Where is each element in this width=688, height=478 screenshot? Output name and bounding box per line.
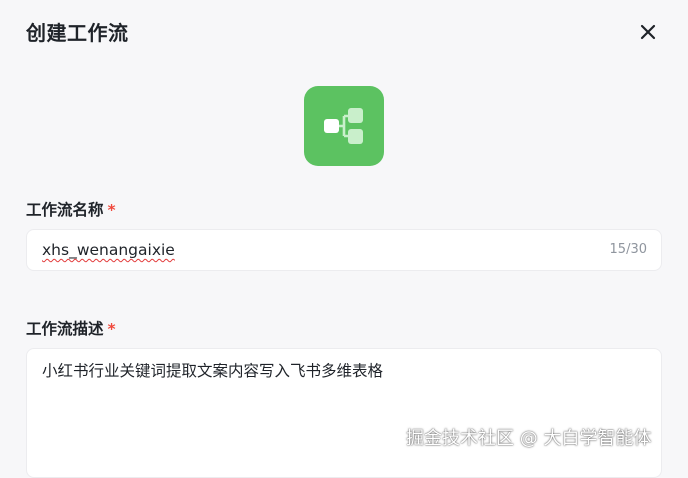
create-workflow-dialog: 创建工作流 工作流名称 * xhs_wenangaixie 15/30 工作流描述… xyxy=(0,0,688,478)
workflow-icon xyxy=(324,108,363,144)
workflow-desc-value: 小红书行业关键词提取文案内容写入飞书多维表格 xyxy=(42,362,384,380)
watermark: 掘金技术社区 @ 大白学智能体 xyxy=(406,428,652,449)
required-mark: * xyxy=(107,320,116,338)
close-icon xyxy=(640,24,656,40)
workflow-name-input[interactable]: xhs_wenangaixie 15/30 xyxy=(26,229,662,271)
dialog-title: 创建工作流 xyxy=(26,21,129,45)
workflow-name-value: xhs_wenangaixie xyxy=(42,241,175,259)
workflow-desc-textarea[interactable]: 小红书行业关键词提取文案内容写入飞书多维表格 xyxy=(26,348,662,478)
workflow-desc-label: 工作流描述 * xyxy=(26,320,116,338)
required-mark: * xyxy=(107,201,116,219)
workflow-name-label: 工作流名称 * xyxy=(26,201,116,219)
char-count: 15/30 xyxy=(609,242,647,257)
workflow-avatar[interactable] xyxy=(304,86,384,166)
close-button[interactable] xyxy=(634,18,662,46)
